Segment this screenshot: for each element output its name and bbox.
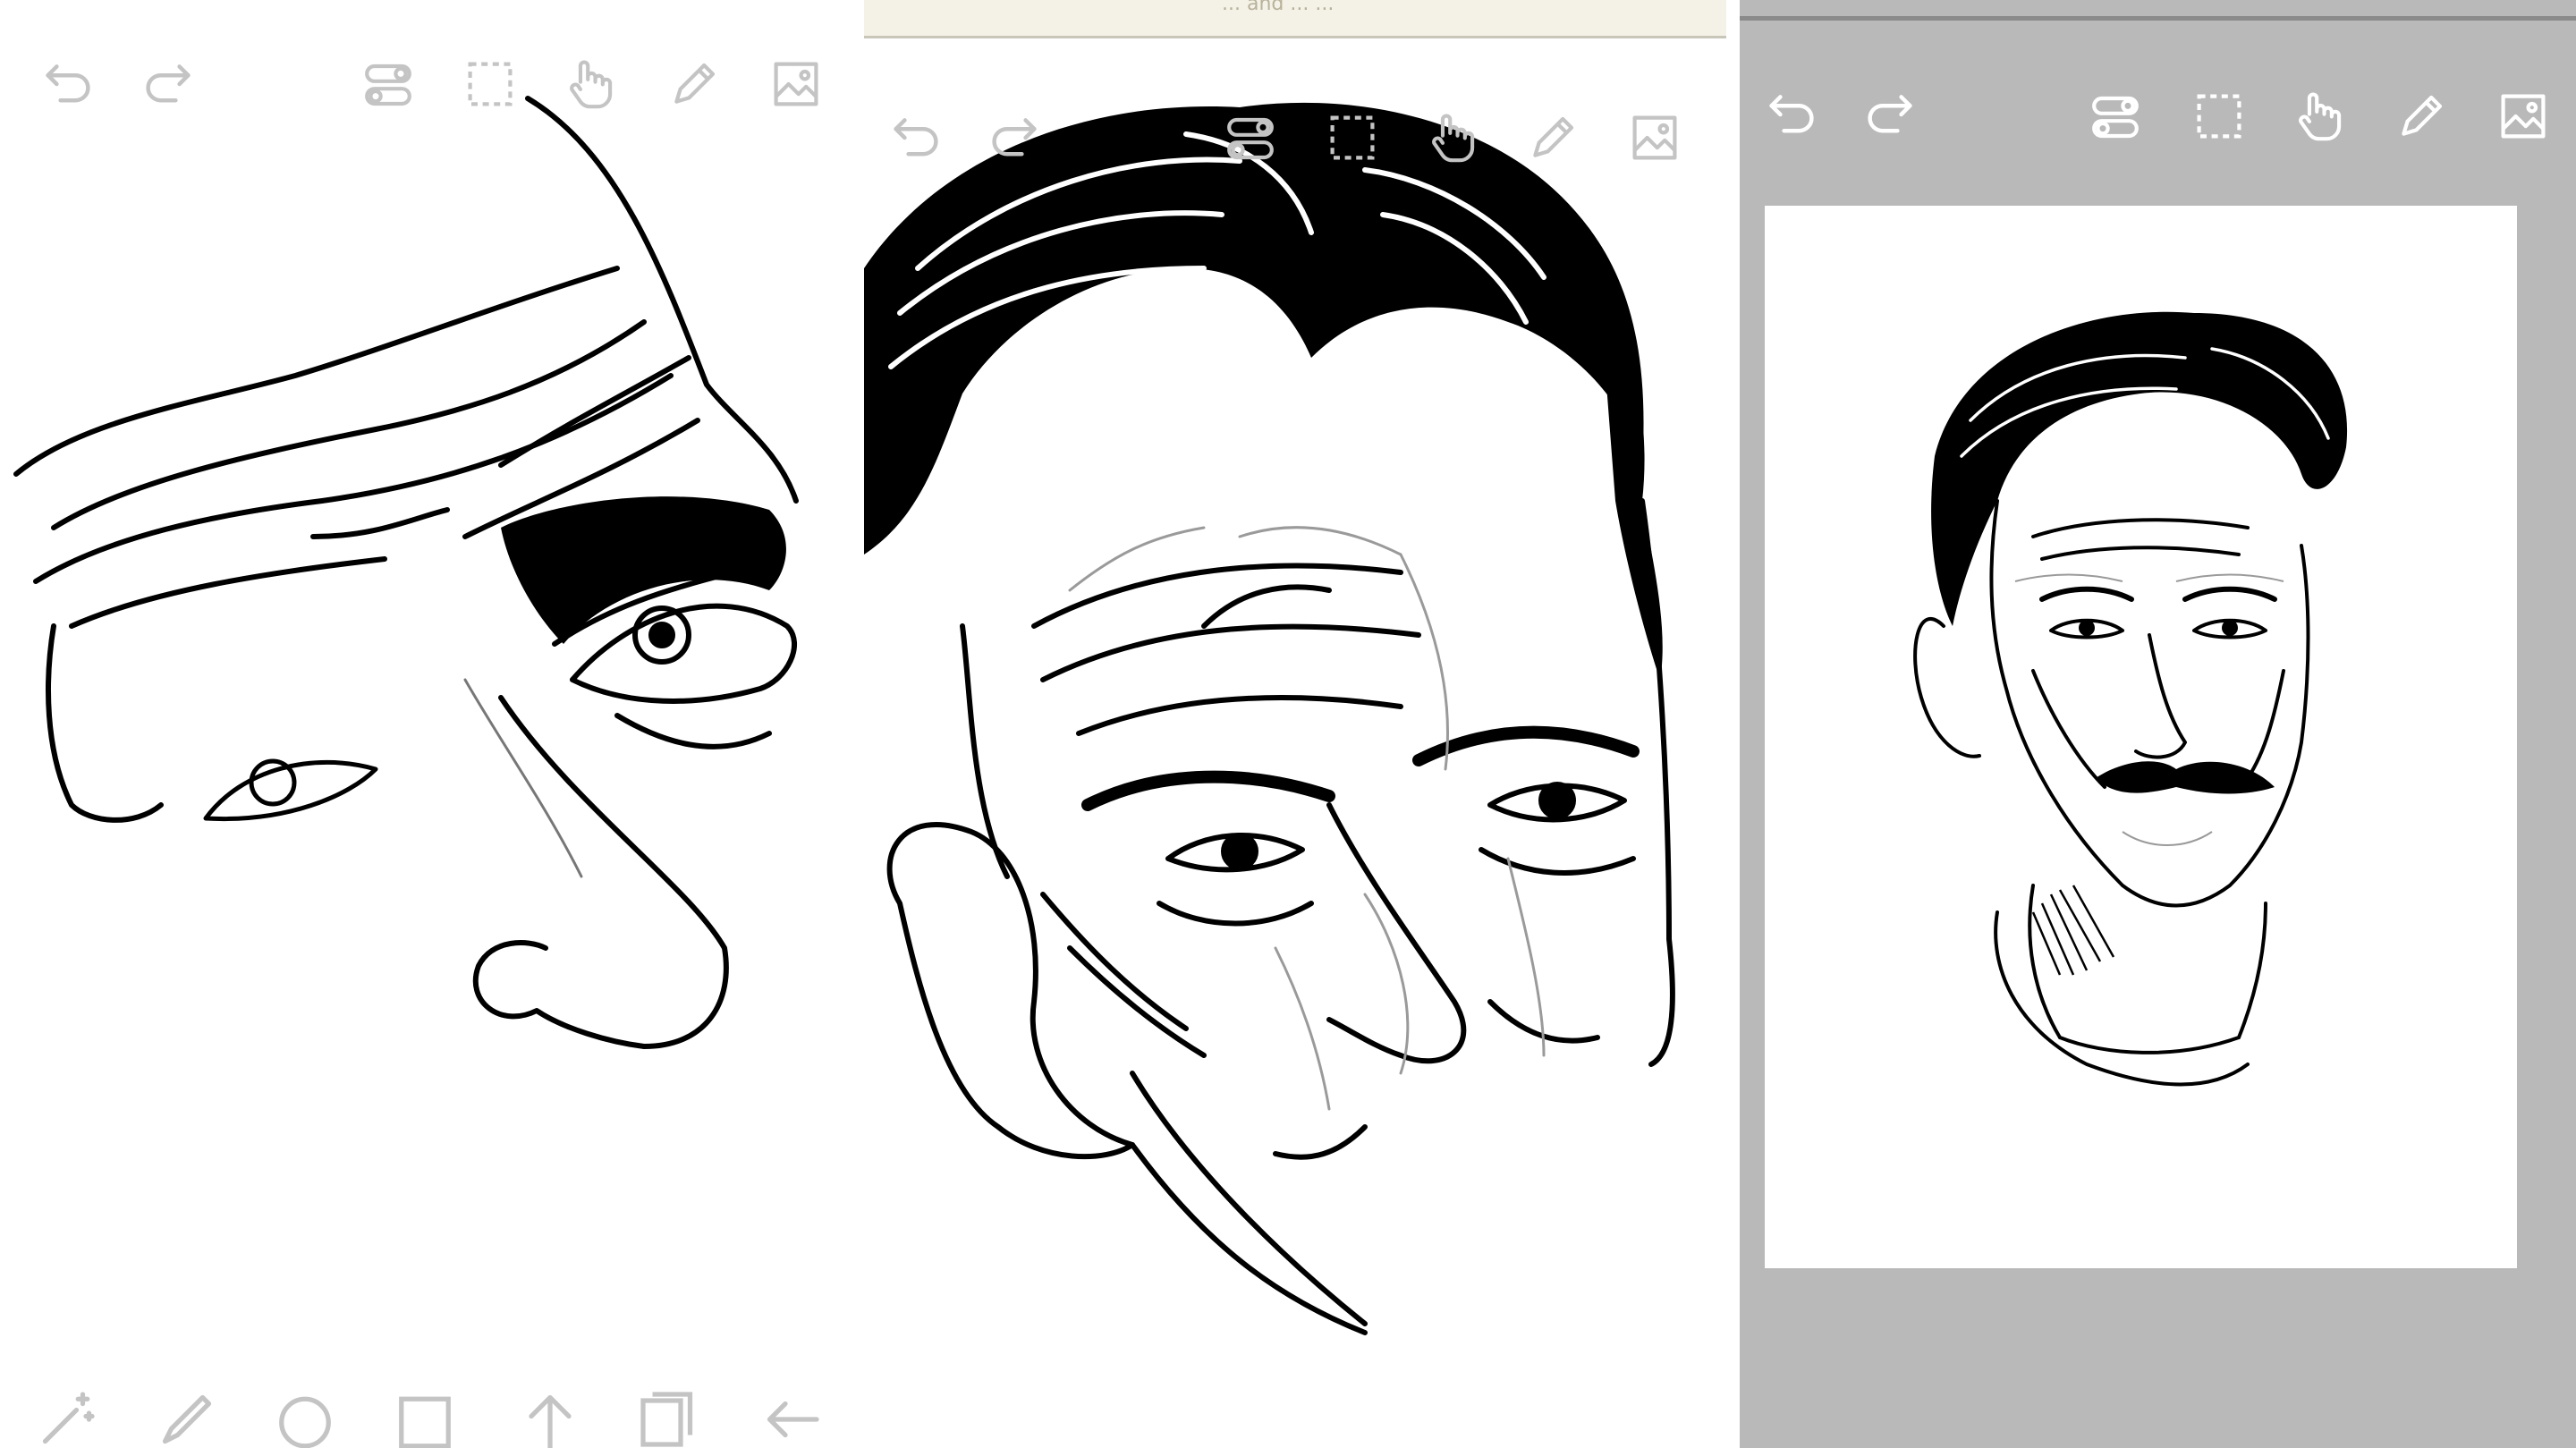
hand-icon[interactable] <box>565 57 615 109</box>
undo-icon[interactable] <box>891 116 941 159</box>
drawing-panel-1 <box>0 0 856 1448</box>
selection-icon[interactable] <box>465 59 515 109</box>
toggle-settings-icon[interactable] <box>1225 114 1275 163</box>
canvas-sketch-portrait <box>1913 311 2348 1087</box>
image-icon[interactable] <box>1630 113 1680 163</box>
brush-icon[interactable] <box>156 1388 218 1448</box>
pencil-icon[interactable] <box>2396 91 2446 141</box>
drawing-panel-3 <box>1740 0 2576 1448</box>
redo-icon[interactable] <box>1865 93 1915 136</box>
toggle-settings-icon[interactable] <box>363 61 413 109</box>
selection-icon[interactable] <box>1327 113 1377 163</box>
back-arrow-icon[interactable] <box>760 1388 823 1448</box>
rectangle-icon[interactable] <box>394 1388 456 1448</box>
pencil-icon[interactable] <box>669 59 719 109</box>
drawing-panel-2: ... and ... ... <box>864 0 1726 1448</box>
undo-icon[interactable] <box>1767 93 1817 136</box>
window-top-edge <box>1740 16 2576 21</box>
panel-divider <box>856 0 864 1448</box>
arrow-up-icon[interactable] <box>519 1388 581 1448</box>
canvas-sheet[interactable] <box>1765 206 2517 1268</box>
undo-icon[interactable] <box>43 63 93 106</box>
layers-icon[interactable] <box>637 1388 699 1448</box>
selection-icon[interactable] <box>2194 91 2244 141</box>
canvas-sketch-eyes-nose[interactable] <box>0 0 856 1448</box>
ellipse-icon[interactable] <box>274 1388 336 1448</box>
image-icon[interactable] <box>771 59 821 109</box>
hand-icon[interactable] <box>2294 89 2344 141</box>
canvas-sketch-face[interactable] <box>864 0 1726 1448</box>
redo-icon[interactable] <box>989 116 1039 159</box>
pencil-icon[interactable] <box>1528 113 1578 163</box>
panel-divider <box>1726 0 1740 1448</box>
redo-icon[interactable] <box>143 63 193 106</box>
toggle-settings-icon[interactable] <box>2090 93 2140 141</box>
magic-wand-icon[interactable] <box>36 1388 98 1448</box>
hand-icon[interactable] <box>1428 111 1478 163</box>
image-icon[interactable] <box>2498 91 2548 141</box>
